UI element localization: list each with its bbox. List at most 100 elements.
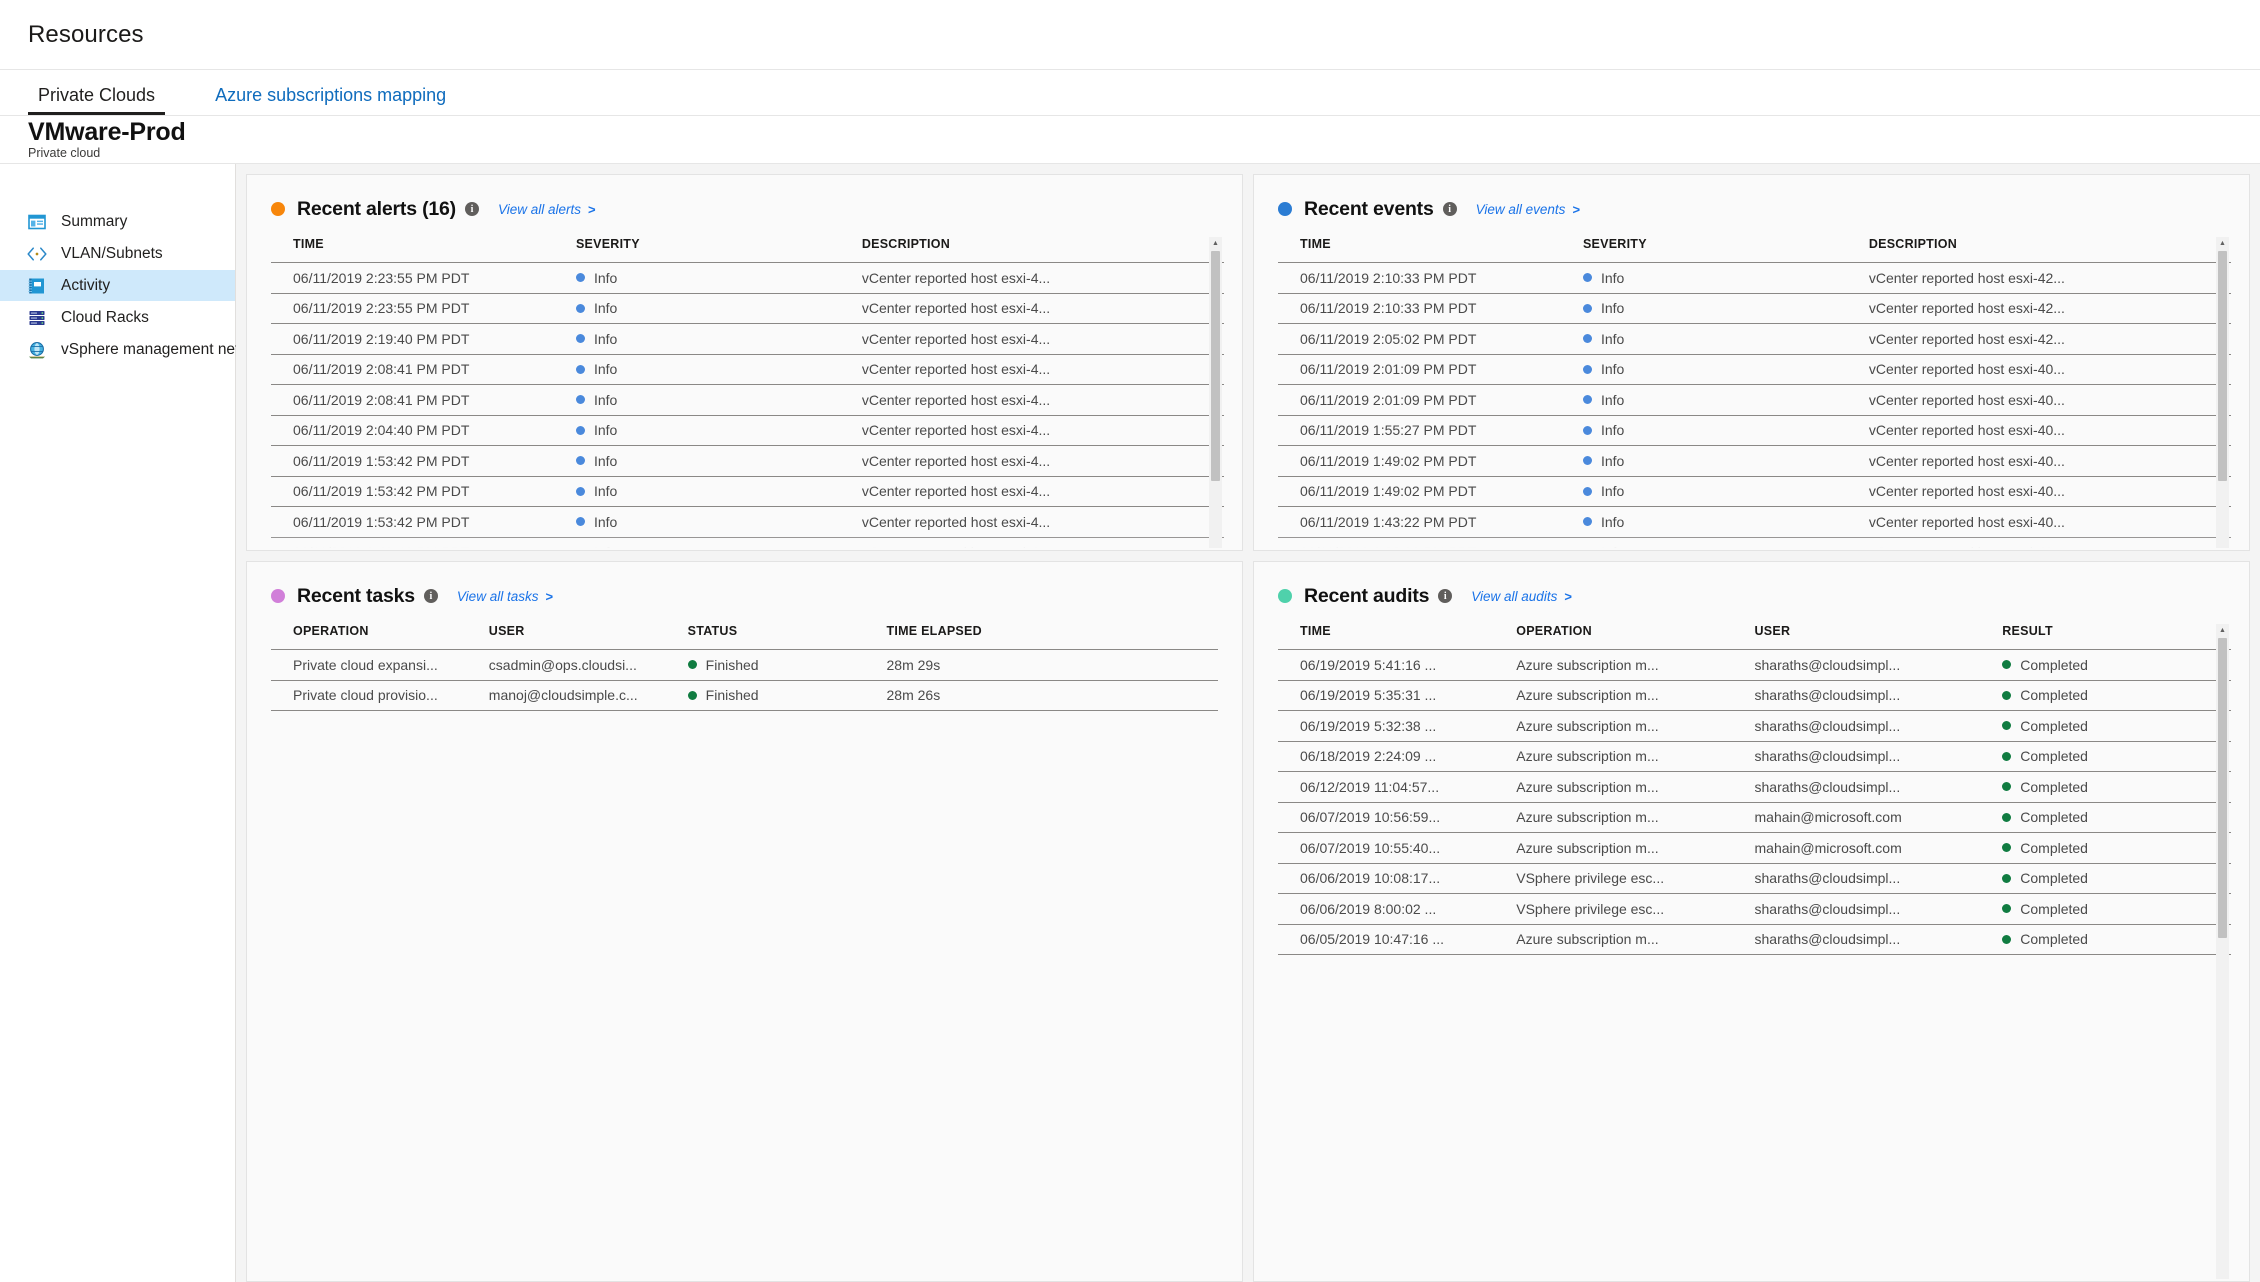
cell-result: Completed xyxy=(2002,802,2231,833)
cell-severity: Info xyxy=(1582,384,1869,416)
view-all-audits-label: View all audits xyxy=(1471,588,1558,604)
table-row[interactable]: 06/12/2019 11:04:57... Azure subscription… xyxy=(1278,771,2231,803)
recent-tasks-header: Recent tasks i View all tasks > xyxy=(247,562,1242,612)
tab-azure-subscriptions-mapping[interactable]: Azure subscriptions mapping xyxy=(205,85,456,115)
scroll-up-arrow-icon[interactable]: ▲ xyxy=(2216,237,2229,250)
table-row[interactable]: 06/11/2019 1:49:02 PM PDT Info vCenter rep… xyxy=(1278,445,2231,477)
result-label: Completed xyxy=(2020,717,2088,734)
cell-severity: Info xyxy=(1582,415,1869,446)
table-row[interactable]: 06/11/2019 2:10:33 PM PDT Info vCenter rep… xyxy=(1278,293,2231,324)
tab-private-clouds[interactable]: Private Clouds xyxy=(28,85,166,115)
table-row[interactable]: 06/11/2019 2:01:09 PM PDT Info vCenter rep… xyxy=(1278,384,2231,416)
sidebar-item-cloud-racks[interactable]: Cloud Racks xyxy=(0,302,235,333)
table-row[interactable]: 06/11/2019 2:19:40 PM PDT Info vCenter rep… xyxy=(271,323,1224,355)
cell-user: sharaths@cloudsimpl... xyxy=(1754,741,2003,772)
view-all-tasks-link[interactable]: View all tasks > xyxy=(457,589,553,604)
table-row[interactable]: 06/19/2019 5:35:31 ... Azure subscription… xyxy=(1278,680,2231,711)
recent-audits-table: TIME OPERATION USER RESULT 06/19/2019 5:… xyxy=(1278,624,2231,955)
severity-dot xyxy=(1582,364,1592,374)
cell-time: 06/11/2019 2:10:33 PM PDT xyxy=(1278,293,1583,324)
alerts-scrollbar[interactable]: ▲ xyxy=(1209,237,1222,548)
cell-description: vCenter reported host esxi-4... xyxy=(861,384,1224,416)
cell-user: manoj@cloudsimple.c... xyxy=(488,680,688,711)
table-row[interactable]: 06/19/2019 5:41:16 ... Azure subscription… xyxy=(1278,649,2231,681)
severity-dot xyxy=(1582,273,1592,283)
cell-description: vCenter reported host esxi-4... xyxy=(861,262,1224,294)
view-all-tasks-label: View all tasks xyxy=(456,588,539,604)
table-row[interactable]: 06/11/2019 2:01:09 PM PDT Info vCenter rep… xyxy=(1278,354,2231,385)
info-icon[interactable]: i xyxy=(1438,589,1453,603)
table-row[interactable]: 06/07/2019 10:56:59... Azure subscription… xyxy=(1278,802,2231,833)
view-all-alerts-link[interactable]: View all alerts > xyxy=(498,202,596,217)
sidebar-item-label: Cloud Racks xyxy=(61,308,149,326)
table-row[interactable]: 06/05/2019 10:47:16 ... Azure subscriptio… xyxy=(1278,924,2231,955)
severity-label: Info xyxy=(1600,269,1625,286)
table-row[interactable]: 06/11/2019 1:53:42 PM PDT Info vCenter rep… xyxy=(271,506,1224,538)
table-row[interactable]: 06/06/2019 8:00:02 ... VSphere privilege … xyxy=(1278,893,2231,925)
table-row[interactable]: 06/11/2019 1:53:42 PM PDT Info vCenter rep… xyxy=(271,476,1224,507)
result-dot xyxy=(2002,904,2012,914)
cell-time: 06/19/2019 5:32:38 ... xyxy=(1278,710,1517,742)
scroll-thumb[interactable] xyxy=(2218,251,2227,481)
events-scrollbar[interactable]: ▲ xyxy=(2216,237,2229,548)
scroll-up-arrow-icon[interactable]: ▲ xyxy=(2216,624,2229,637)
cell-time: 06/11/2019 2:08:41 PM PDT xyxy=(271,354,576,385)
table-row[interactable]: 06/11/2019 2:23:55 PM PDT Info vCenter rep… xyxy=(271,293,1224,324)
cell-result: Completed xyxy=(2002,863,2231,894)
column-header-severity: SEVERITY xyxy=(1582,237,1869,263)
table-row[interactable]: 06/06/2019 10:08:17... VSphere privilege … xyxy=(1278,863,2231,894)
severity-dot xyxy=(575,273,585,283)
sidebar-item-vlan-subnets[interactable]: VLAN/Subnets xyxy=(0,238,235,269)
table-row[interactable]: 06/11/2019 2:10:33 PM PDT Info vCenter rep… xyxy=(1278,262,2231,294)
table-row[interactable]: 06/11/2019 1:43:22 PM PDT Info vCenter rep… xyxy=(1278,506,2231,538)
chevron-right-icon: > xyxy=(588,201,596,217)
sidebar-item-activity[interactable]: Activity xyxy=(0,270,235,301)
info-icon[interactable]: i xyxy=(464,202,479,216)
table-row[interactable]: 06/18/2019 2:24:09 ... Azure subscription… xyxy=(1278,741,2231,772)
cell-description: vCenter reported host esxi-40... xyxy=(1868,384,2231,416)
table-row[interactable]: 06/11/2019 2:04:40 PM PDT Info vCenter rep… xyxy=(271,415,1224,446)
cell-time: 06/12/2019 11:04:57... xyxy=(1278,771,1517,803)
table-row[interactable]: 06/11/2019 1:49:41 PM PDT Info vCenter rep… xyxy=(271,537,1224,550)
scroll-thumb[interactable] xyxy=(2218,638,2227,938)
table-row[interactable]: 06/11/2019 2:23:55 PM PDT Info vCenter rep… xyxy=(271,262,1224,294)
resource-header: VMware-Prod Private cloud xyxy=(0,116,2260,164)
sidebar-item-vsphere-management-network[interactable]: vSphere management network xyxy=(0,334,272,365)
table-row[interactable]: 06/11/2019 1:55:27 PM PDT Info vCenter rep… xyxy=(1278,415,2231,446)
table-row[interactable]: 06/11/2019 2:05:02 PM PDT Info vCenter rep… xyxy=(1278,323,2231,355)
table-row[interactable]: 06/11/2019 1:38:16 PM PDT Info vCenter rep… xyxy=(1278,537,2231,550)
table-row[interactable]: 06/11/2019 2:08:41 PM PDT Info vCenter rep… xyxy=(271,354,1224,385)
table-row[interactable]: Private cloud expansi... csadmin@ops.clo… xyxy=(271,649,1218,681)
table-row[interactable]: 06/19/2019 5:32:38 ... Azure subscription… xyxy=(1278,710,2231,742)
cell-result: Completed xyxy=(2002,893,2231,925)
view-all-audits-link[interactable]: View all audits > xyxy=(1471,589,1572,604)
severity-label: Info xyxy=(593,422,618,439)
sidebar-item-summary[interactable]: Summary xyxy=(0,206,235,237)
result-label: Completed xyxy=(2020,870,2088,887)
info-icon[interactable]: i xyxy=(1442,202,1457,216)
cell-severity: Info xyxy=(575,476,862,507)
table-row[interactable]: Private cloud provisio... manoj@cloudsim… xyxy=(271,680,1218,711)
result-dot xyxy=(2002,843,2012,853)
cell-operation: Azure subscription m... xyxy=(1516,741,1755,772)
info-icon[interactable]: i xyxy=(423,589,438,603)
severity-dot xyxy=(1582,517,1592,527)
cell-operation: VSphere privilege esc... xyxy=(1516,863,1755,894)
status-label: Finished xyxy=(705,687,759,704)
table-header-row: TIME OPERATION USER RESULT xyxy=(1278,624,2231,650)
table-row[interactable]: 06/11/2019 2:08:41 PM PDT Info vCenter rep… xyxy=(271,384,1224,416)
scroll-thumb[interactable] xyxy=(1211,251,1220,481)
cell-operation: Azure subscription m... xyxy=(1516,924,1755,955)
table-row[interactable]: 06/11/2019 1:49:02 PM PDT Info vCenter rep… xyxy=(1278,476,2231,507)
severity-dot xyxy=(1582,486,1592,496)
cell-user: sharaths@cloudsimpl... xyxy=(1754,680,2003,711)
dashboard-row-top: Recent alerts (16) i View all alerts > T… xyxy=(246,174,2250,551)
cell-result: Completed xyxy=(2002,771,2231,803)
table-row[interactable]: 06/11/2019 1:53:42 PM PDT Info vCenter rep… xyxy=(271,445,1224,477)
cell-user: sharaths@cloudsimpl... xyxy=(1754,863,2003,894)
view-all-events-link[interactable]: View all events > xyxy=(1476,202,1580,217)
table-row[interactable]: 06/07/2019 10:55:40... Azure subscription… xyxy=(1278,832,2231,864)
scroll-up-arrow-icon[interactable]: ▲ xyxy=(1209,237,1222,250)
cell-status: Finished xyxy=(687,680,887,711)
audits-scrollbar[interactable]: ▲ xyxy=(2216,624,2229,1279)
